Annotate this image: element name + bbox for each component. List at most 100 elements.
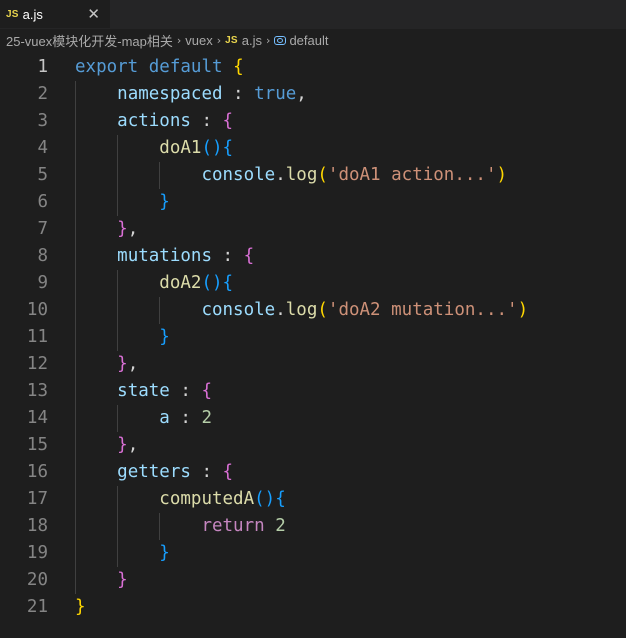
code-token: : xyxy=(169,408,202,428)
code-line[interactable]: 21} xyxy=(0,594,626,621)
code-token: ) xyxy=(496,165,508,185)
code-text: mutations : { xyxy=(75,243,254,270)
code-token: { xyxy=(233,57,244,77)
tab-a-js[interactable]: JS a.js ✕ xyxy=(0,0,110,28)
code-line[interactable]: 11 } xyxy=(0,324,626,351)
line-number: 10 xyxy=(26,300,48,320)
code-token: : xyxy=(190,462,223,482)
code-token: a xyxy=(159,408,170,428)
code-token: } xyxy=(159,543,170,563)
tab-bar: JS a.js ✕ xyxy=(0,0,626,29)
code-token: ) xyxy=(517,300,529,320)
code-text: namespaced : true, xyxy=(75,81,307,108)
code-token: doA1 xyxy=(159,138,202,158)
breadcrumb-file-label: a.js xyxy=(241,32,263,48)
code-token: { xyxy=(222,273,234,293)
code-text: console.log('doA1 action...') xyxy=(75,162,507,189)
code-text: return 2 xyxy=(75,513,285,540)
code-token: , xyxy=(127,354,139,374)
code-token: { xyxy=(201,381,212,401)
indent-guide xyxy=(159,297,161,324)
code-token: state xyxy=(117,381,170,401)
code-token: } xyxy=(159,192,170,212)
chevron-right-icon: › xyxy=(266,33,271,47)
code-text: state : { xyxy=(75,378,212,405)
code-line[interactable]: 1 export default { xyxy=(0,54,626,81)
code-line[interactable]: 10 console.log('doA2 mutation...') xyxy=(0,297,626,324)
code-token: console xyxy=(201,300,276,320)
code-token: getters xyxy=(117,462,191,482)
breadcrumb-symbol[interactable]: default xyxy=(274,33,328,48)
code-line[interactable]: 8 mutations : { xyxy=(0,243,626,270)
symbol-variable-icon xyxy=(274,35,287,45)
code-token: computedA xyxy=(159,489,255,509)
code-line[interactable]: 12 }, xyxy=(0,351,626,378)
code-line[interactable]: 5 console.log('doA1 action...') xyxy=(0,162,626,189)
code-line[interactable]: 14 a : 2 xyxy=(0,405,626,432)
line-number: 2 xyxy=(37,84,48,104)
line-number: 4 xyxy=(37,138,48,158)
code-line[interactable]: 13 state : { xyxy=(0,378,626,405)
code-line[interactable]: 19 } xyxy=(0,540,626,567)
code-text: } xyxy=(75,324,170,351)
breadcrumb-folder[interactable]: 25-vuex模块化开发-map相关 xyxy=(6,31,173,50)
code-token: log xyxy=(285,165,318,185)
code-text: doA1(){ xyxy=(75,135,233,162)
code-line[interactable]: 3 actions : { xyxy=(0,108,626,135)
line-number: 18 xyxy=(26,516,48,536)
code-line[interactable]: 9 doA2(){ xyxy=(0,270,626,297)
code-token: ( xyxy=(317,300,328,320)
code-token: return xyxy=(201,516,265,536)
line-number: 1 xyxy=(37,57,48,77)
line-number: 21 xyxy=(26,597,48,617)
line-number: 9 xyxy=(37,273,48,293)
code-text: } xyxy=(75,189,170,216)
code-token: } xyxy=(159,327,170,347)
code-token: export xyxy=(75,57,139,77)
close-icon[interactable]: ✕ xyxy=(87,6,100,22)
breadcrumb-subfolder[interactable]: vuex xyxy=(185,33,212,48)
code-line[interactable]: 2 namespaced : true, xyxy=(0,81,626,108)
code-line[interactable]: 4 doA1(){ xyxy=(0,135,626,162)
code-token: true xyxy=(254,84,297,104)
code-line[interactable]: 7 }, xyxy=(0,216,626,243)
code-token: : xyxy=(190,111,223,131)
code-text: a : 2 xyxy=(75,405,212,432)
code-token: } xyxy=(117,570,128,590)
indent-guide xyxy=(117,135,119,216)
code-token: console xyxy=(201,165,276,185)
code-token: actions xyxy=(117,111,191,131)
code-token: , xyxy=(296,84,307,104)
code-token: } xyxy=(117,354,128,374)
code-editor[interactable]: 1 export default {2 namespaced : true, 3 a… xyxy=(0,51,626,621)
code-token: log xyxy=(285,300,318,320)
breadcrumb-file[interactable]: JS a.js xyxy=(225,33,262,48)
code-token: . xyxy=(275,165,286,185)
code-token: { xyxy=(222,138,234,158)
code-line[interactable]: 20 } xyxy=(0,567,626,594)
code-line[interactable]: 6 } xyxy=(0,189,626,216)
line-number: 3 xyxy=(37,111,48,131)
code-line[interactable]: 15 }, xyxy=(0,432,626,459)
line-number: 6 xyxy=(37,192,48,212)
code-token: () xyxy=(201,138,223,158)
code-line[interactable]: 18 return 2 xyxy=(0,513,626,540)
code-token: mutations xyxy=(117,246,212,266)
code-line[interactable]: 16 getters : { xyxy=(0,459,626,486)
indent-guide xyxy=(75,81,76,594)
code-text: console.log('doA2 mutation...') xyxy=(75,297,528,324)
code-line[interactable]: 17 computedA(){ xyxy=(0,486,626,513)
breadcrumb: 25-vuex模块化开发-map相关 › vuex › JS a.js › de… xyxy=(0,29,626,51)
code-token: doA2 xyxy=(159,273,202,293)
